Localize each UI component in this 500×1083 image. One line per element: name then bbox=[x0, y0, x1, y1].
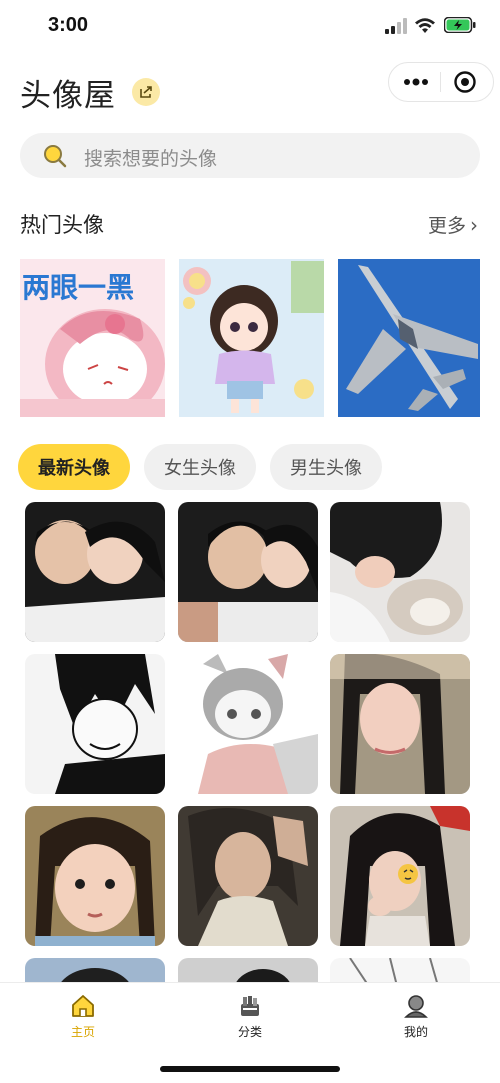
grid-avatar[interactable] bbox=[330, 654, 470, 794]
grid-avatar[interactable] bbox=[25, 806, 165, 946]
grid-avatar[interactable] bbox=[178, 654, 318, 794]
close-target-icon[interactable] bbox=[453, 70, 477, 94]
grid-avatar[interactable] bbox=[25, 502, 165, 642]
wifi-icon bbox=[415, 18, 435, 33]
header: 头像屋 bbox=[0, 52, 500, 122]
search-icon bbox=[44, 145, 67, 168]
more-link[interactable]: 更多 › bbox=[428, 211, 478, 238]
avatar-image bbox=[338, 259, 480, 417]
avatar-image bbox=[330, 806, 470, 946]
grid-avatar[interactable] bbox=[25, 654, 165, 794]
avatar-image bbox=[25, 502, 165, 642]
hot-avatar-row: 两眼一黑 bbox=[20, 259, 480, 417]
profile-icon bbox=[404, 995, 428, 1018]
mini-program-capsule bbox=[388, 62, 494, 102]
status-time: 3:00 bbox=[48, 14, 89, 36]
search-input[interactable]: 搜索想要的头像 bbox=[84, 144, 217, 171]
battery-icon bbox=[444, 17, 476, 33]
avatar-image: 两眼一黑 bbox=[20, 259, 165, 417]
nav-profile[interactable]: 我的 bbox=[356, 993, 476, 1040]
category-icon bbox=[241, 996, 259, 1016]
signal-icon bbox=[385, 18, 407, 34]
chevron-right-icon: › bbox=[470, 212, 478, 237]
grid-avatar[interactable] bbox=[330, 958, 470, 982]
avatar-image bbox=[330, 502, 470, 642]
search-bar[interactable]: 搜索想要的头像 bbox=[20, 133, 480, 178]
nav-category[interactable]: 分类 bbox=[190, 993, 310, 1040]
grid-avatar[interactable] bbox=[178, 958, 318, 982]
home-icon bbox=[72, 995, 94, 1017]
capsule-divider bbox=[440, 72, 441, 92]
avatar-image bbox=[330, 654, 470, 794]
grid-avatar[interactable] bbox=[330, 502, 470, 642]
home-indicator bbox=[160, 1066, 340, 1072]
tab-latest[interactable]: 最新头像 bbox=[18, 444, 130, 490]
tab-boys[interactable]: 男生头像 bbox=[270, 444, 382, 490]
grid-avatar[interactable] bbox=[178, 502, 318, 642]
status-bar: 3:00 bbox=[0, 0, 500, 52]
avatar-image bbox=[330, 958, 470, 982]
page-title: 头像屋 bbox=[20, 78, 116, 114]
more-label: 更多 bbox=[427, 215, 466, 237]
avatar-grid bbox=[25, 502, 475, 982]
avatar-image bbox=[25, 654, 165, 794]
share-icon bbox=[140, 86, 152, 98]
tab-girls[interactable]: 女生头像 bbox=[144, 444, 256, 490]
grid-avatar[interactable] bbox=[330, 806, 470, 946]
avatar-image bbox=[178, 654, 318, 794]
more-icon[interactable] bbox=[403, 73, 429, 91]
hot-avatar-card[interactable] bbox=[179, 259, 324, 417]
grid-avatar[interactable] bbox=[178, 806, 318, 946]
avatar-image bbox=[25, 806, 165, 946]
grid-avatar[interactable] bbox=[25, 958, 165, 982]
hot-avatar-card[interactable]: 两眼一黑 bbox=[20, 259, 165, 417]
hot-card-overlay-text: 两眼一黑 bbox=[22, 271, 134, 304]
avatar-image bbox=[25, 958, 165, 982]
nav-home-label: 主页 bbox=[70, 1025, 95, 1039]
avatar-image bbox=[178, 502, 318, 642]
nav-profile-label: 我的 bbox=[403, 1025, 428, 1039]
nav-home[interactable]: 主页 bbox=[23, 993, 143, 1040]
avatar-image bbox=[178, 958, 318, 982]
section-title-hot: 热门头像 bbox=[20, 213, 104, 237]
share-button[interactable] bbox=[132, 78, 160, 106]
category-tabs: 最新头像 女生头像 男生头像 bbox=[18, 444, 382, 490]
avatar-image bbox=[178, 806, 318, 946]
nav-category-label: 分类 bbox=[237, 1025, 262, 1039]
hot-avatar-card[interactable] bbox=[338, 259, 480, 417]
avatar-image bbox=[179, 259, 324, 417]
